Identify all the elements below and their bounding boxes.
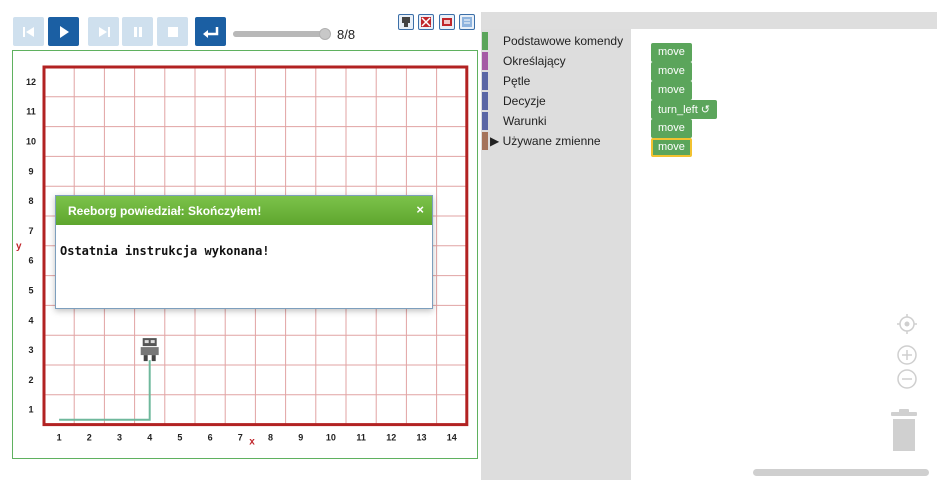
trash-icon[interactable] — [889, 409, 919, 453]
toolbox-category[interactable]: ▶ Używane zmienne — [482, 131, 631, 151]
y-tick-label: 9 — [28, 166, 33, 176]
y-tick-label: 11 — [26, 107, 36, 117]
dialog-header[interactable]: Reeborg powiedział: Skończyłem! × — [56, 196, 432, 225]
category-color-bar — [482, 32, 488, 50]
x-tick-label: 4 — [147, 433, 152, 443]
editor-tab-bar — [482, 12, 937, 29]
robot-part — [150, 340, 155, 344]
x-tick-label: 14 — [447, 433, 457, 443]
zoom-in-icon[interactable] — [897, 345, 917, 365]
step-icon — [98, 26, 110, 37]
y-tick-label: 2 — [28, 375, 33, 385]
category-color-bar — [482, 52, 488, 70]
step-counter: 8/8 — [337, 27, 356, 42]
toolbox-category[interactable]: Decyzje — [482, 91, 631, 111]
return-icon — [202, 26, 218, 38]
return-button[interactable] — [195, 17, 226, 46]
x-tick-label: 1 — [57, 433, 62, 443]
dialog-title: Reeborg powiedział: Skończyłem! — [68, 203, 262, 218]
editor-icon[interactable] — [459, 14, 475, 30]
play-icon — [59, 25, 69, 38]
category-label: ▶ Używane zmienne — [490, 134, 601, 148]
category-label: Pętle — [503, 74, 531, 88]
x-tick-label: 10 — [326, 433, 336, 443]
zoom-out-icon[interactable] — [897, 369, 917, 389]
category-label: Warunki — [503, 114, 547, 128]
recenter-icon[interactable] — [896, 313, 918, 335]
y-axis-label: y — [16, 241, 22, 252]
progress-fill — [233, 31, 329, 37]
toolbox-category[interactable]: Określający — [482, 51, 631, 71]
pause-button[interactable] — [122, 17, 153, 46]
y-tick-label: 7 — [28, 226, 33, 236]
x-tick-label: 7 — [238, 433, 243, 443]
stop-button[interactable] — [157, 17, 188, 46]
x-tick-label: 6 — [208, 433, 213, 443]
reload-icon — [22, 26, 34, 37]
program-block[interactable]: move — [651, 62, 692, 81]
category-color-bar — [482, 72, 488, 90]
program-block[interactable]: move — [651, 119, 692, 138]
app-root: 8/8 1 2 3 4 5 6 7 8 9 10 11 12 13 14 1 2 3 4 5 6 7 8 9 10 11 12 x — [0, 0, 937, 480]
robot-part — [140, 347, 159, 356]
x-axis-label: x — [249, 437, 255, 448]
x-tick-label: 2 — [87, 433, 92, 443]
robot-icon[interactable] — [398, 14, 414, 30]
robot-reeborg — [140, 338, 159, 362]
blockly-workspace[interactable]: move move move turn_left ↺ move move — [631, 29, 937, 480]
category-color-bar — [482, 132, 488, 150]
category-label: Określający — [503, 54, 566, 68]
program-block[interactable]: move — [651, 43, 692, 62]
dialog-close-button[interactable]: × — [416, 202, 424, 217]
progress-knob[interactable] — [319, 28, 331, 40]
x-tick-label: 12 — [386, 433, 396, 443]
y-tick-label: 12 — [26, 77, 36, 87]
toolbox-category[interactable]: Pętle — [482, 71, 631, 91]
y-tick-label: 5 — [28, 286, 33, 296]
message-dialog: Reeborg powiedział: Skończyłem! × Ostatn… — [55, 195, 433, 309]
program-block[interactable]: move — [651, 138, 692, 157]
toolbox-category[interactable]: Podstawowe komendy — [482, 31, 631, 51]
program-block[interactable]: move — [651, 81, 692, 100]
x-tick-label: 9 — [298, 433, 303, 443]
toolbox-category[interactable]: Warunki — [482, 111, 631, 131]
x-tick-label: 8 — [268, 433, 273, 443]
blockly-toolbox: Podstawowe komendy Określający Pętle Decyzj… — [482, 29, 631, 480]
dialog-message: Ostatnia instrukcja wykonana! — [60, 244, 270, 258]
y-tick-label: 3 — [28, 345, 33, 355]
x-tick-label: 13 — [416, 433, 426, 443]
x-tick-label: 11 — [356, 433, 366, 443]
category-label: Podstawowe komendy — [503, 34, 624, 48]
controls-toolbar: 8/8 — [13, 14, 478, 46]
category-color-bar — [482, 92, 488, 110]
program-block[interactable]: turn_left ↺ — [651, 100, 718, 119]
pause-icon — [133, 26, 142, 37]
stop-icon — [167, 26, 178, 37]
workspace-scrollbar[interactable] — [753, 469, 929, 476]
y-tick-label: 6 — [28, 256, 33, 266]
play-button[interactable] — [48, 17, 79, 46]
y-tick-label: 1 — [28, 405, 33, 415]
y-tick-label: 10 — [26, 137, 36, 147]
flag-icon[interactable] — [439, 14, 455, 30]
robot-part — [144, 340, 149, 344]
y-tick-label: 4 — [28, 315, 33, 325]
x-tick-label: 5 — [177, 433, 182, 443]
robot-part — [143, 355, 148, 362]
x-tick-label: 3 — [117, 433, 122, 443]
y-tick-label: 8 — [28, 196, 33, 206]
blockly-panel: Podstawowe komendy Określający Pętle Decyzj… — [481, 12, 937, 480]
world-panel: 8/8 1 2 3 4 5 6 7 8 9 10 11 12 13 14 1 2 3 4 5 6 7 8 9 10 11 12 x — [0, 0, 481, 480]
step-button[interactable] — [88, 17, 119, 46]
category-color-bar — [482, 112, 488, 130]
robot-part — [151, 355, 156, 362]
progress-slider[interactable] — [233, 28, 331, 40]
category-label: Decyzje — [503, 94, 546, 108]
reload-button[interactable] — [13, 17, 44, 46]
world-icon[interactable] — [418, 14, 434, 30]
